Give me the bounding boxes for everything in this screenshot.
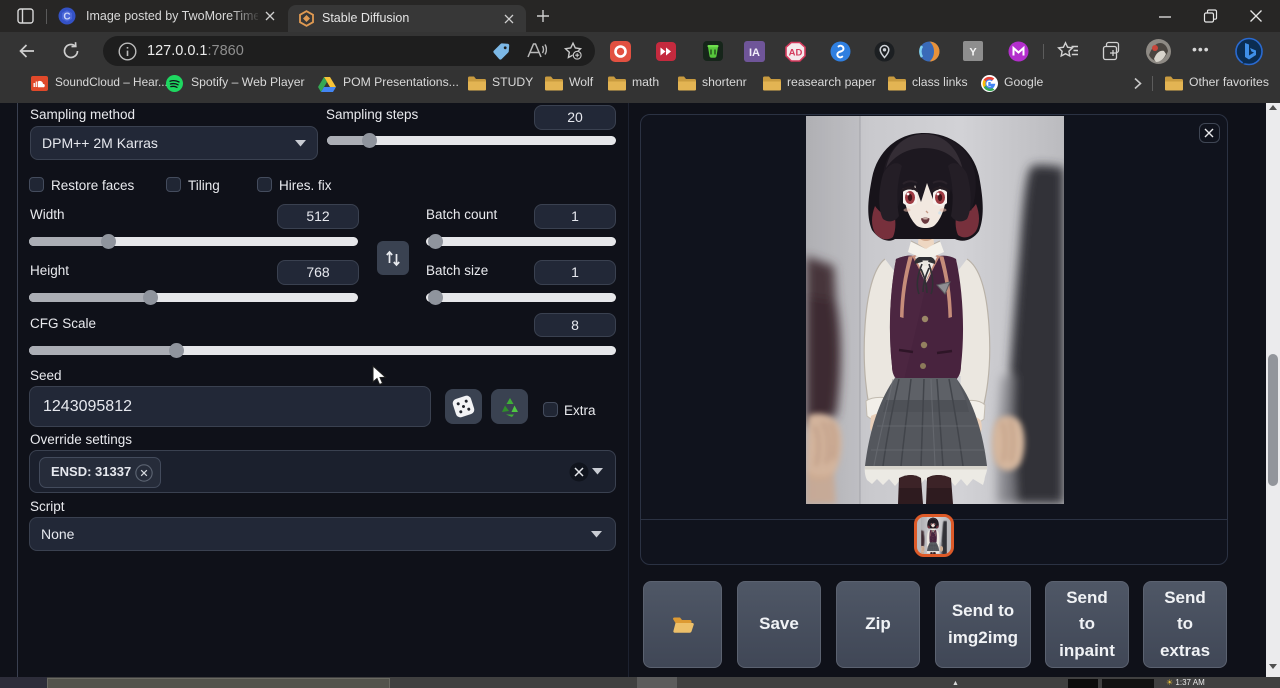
svg-text:C: C [63,12,70,23]
svg-text:IA: IA [749,47,760,59]
svg-text:AD: AD [789,48,803,59]
svg-text:Y: Y [969,47,977,59]
